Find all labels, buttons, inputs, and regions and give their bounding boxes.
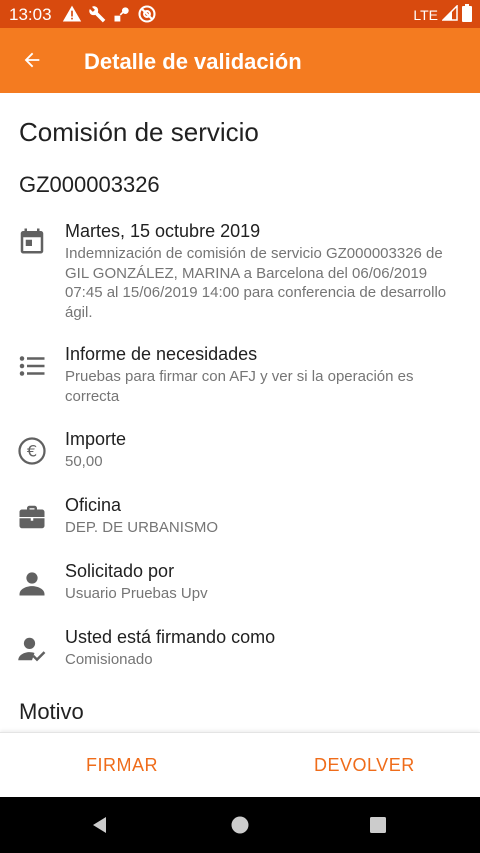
warning-icon [62,4,82,29]
signal-icon [441,4,458,24]
row-secondary: Usuario Pruebas Upv [65,585,208,602]
detail-code: GZ000003326 [19,172,160,197]
row-primary: Solicitado por [65,561,175,581]
detail-title: Comisión de servicio [19,117,259,147]
motivo-heading: Motivo [19,699,84,724]
row-secondary: Indemnización de comisión de servicio GZ… [65,245,447,321]
status-right: LTE [413,4,472,25]
euro-icon: € [16,435,48,467]
detail-content[interactable]: Comisión de servicio GZ000003326 Martes,… [0,93,480,732]
person-check-icon [16,633,48,665]
sign-button[interactable]: FIRMAR [86,755,158,776]
row-primary: Informe de necesidades [65,344,258,364]
circle-home-icon [231,816,249,834]
tools-icon [112,4,132,29]
battery-icon [462,4,472,25]
person-icon [16,567,48,599]
network-label: LTE [413,6,438,23]
wrench-icon [87,4,107,29]
svg-text:€: € [27,442,37,461]
row-secondary: DEP. DE URBANISMO [65,519,219,536]
row-primary: Usted está firmando como [65,627,276,647]
return-button[interactable]: DEVOLVER [314,755,415,776]
row-secondary: Pruebas para firmar con AFJ y ver si la … [65,368,414,405]
row-primary: Oficina [65,495,122,515]
system-nav-bar [0,797,480,853]
row-primary: Martes, 15 octubre 2019 [65,221,261,241]
nav-back-button[interactable] [86,811,114,839]
bottom-actions: FIRMAR DEVOLVER [0,732,480,797]
row-secondary: 50,00 [65,453,103,470]
status-time: 13:03 [9,5,52,24]
triangle-back-icon [93,817,106,833]
status-bar: 13:03 LTE [0,0,480,28]
calendar-icon [16,225,48,257]
square-recents-icon [370,817,386,833]
page-title: Detalle de validación [84,49,302,74]
back-button[interactable] [12,40,52,80]
arrow-back-icon [24,52,40,68]
nav-recents-button[interactable] [364,811,392,839]
list-icon [16,350,48,382]
status-notification-icons [62,4,157,29]
row-secondary: Comisionado [65,651,153,668]
briefcase-icon [16,501,48,533]
row-primary: Importe [65,429,127,449]
nav-home-button[interactable] [226,811,254,839]
app-bar: Detalle de validación [0,28,480,93]
at-sign-icon [137,4,157,29]
